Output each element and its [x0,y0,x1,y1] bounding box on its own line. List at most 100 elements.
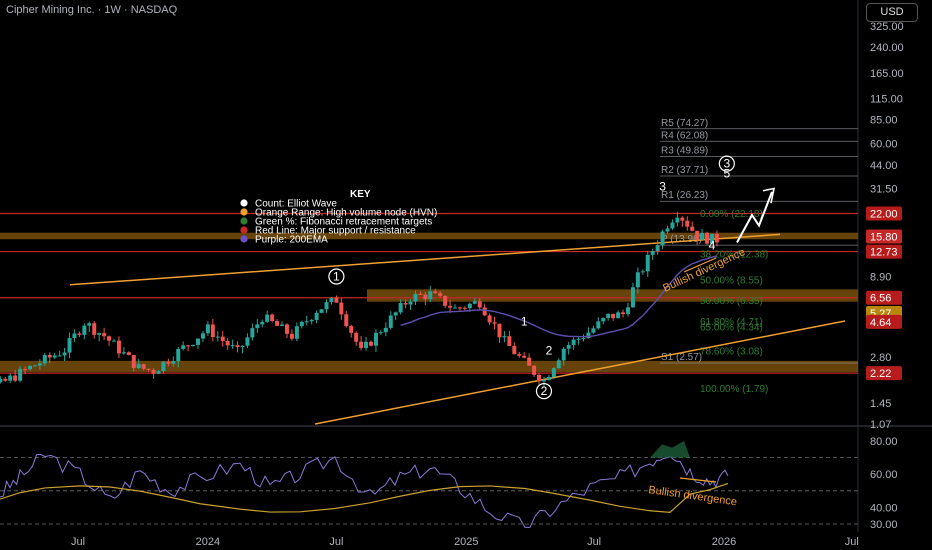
candle-body [32,365,37,367]
key-swatch [240,199,248,207]
wave-label: 2 [541,384,548,398]
candle-body [685,220,690,227]
wave-label: 3 [659,180,666,194]
candle-body [443,295,448,306]
candle-body [255,324,260,329]
candle-body [77,333,82,335]
candle-body [566,345,571,349]
price-tag: 2.22 [870,368,891,380]
candle-body [546,376,551,381]
candle-body [556,360,561,369]
time-axis-tick: 2025 [454,536,478,548]
candle-body [112,340,117,342]
candle-body [364,341,369,349]
candle-body [205,324,210,334]
pivot-label: R3 (49.89) [661,145,708,156]
candle-body [92,323,97,335]
price-tag: 6.56 [870,293,891,305]
candle-body [8,375,13,381]
price-tag: 4.64 [870,317,891,329]
candle-body [571,339,576,346]
time-axis-tick: 2024 [196,536,220,548]
candle-body [23,368,28,370]
candle-body [329,297,334,303]
candle-body [477,301,482,308]
candle-body [695,230,700,240]
candle-body [284,324,289,334]
candle-body [67,338,72,353]
candle-body [482,307,487,316]
candle-body [472,301,477,304]
candle-body [497,323,502,338]
fib-label: 50.00% (6.35) [700,296,763,307]
price-axis-tick: 115.00 [870,93,903,105]
candle-body [171,361,176,364]
candle-body [368,341,373,346]
candle-body [309,319,314,322]
candle-body [448,305,453,308]
candle-body [467,303,472,309]
candle-body [616,312,621,319]
candle-body [275,321,280,326]
candle-body [13,375,18,381]
candle-body [551,368,556,377]
candle-body [230,345,235,347]
candle-body [611,313,616,319]
price-axis-tick: 44.00 [870,160,898,172]
candle-body [18,368,23,381]
candle-body [161,361,166,372]
overbought-fill [650,441,690,458]
candle-body [3,378,8,381]
candle-body [354,332,359,342]
candle-body [334,297,339,303]
key-item-label: Purple: 200EMA [255,235,328,246]
candle-body [225,340,230,346]
candle-body [660,231,665,246]
candle-body [289,333,294,339]
wave-label: 3 [723,157,730,171]
candle-body [428,291,433,300]
candle-body [433,291,438,294]
candle-body [714,233,719,243]
candle-body [176,348,181,362]
wave-label: 2 [546,344,553,358]
candle-body [576,338,581,340]
price-chart[interactable]: R5 (74.27)R4 (62.08) R3 (49.89) R2 (37.71)… [0,0,932,550]
candle-body [107,336,112,341]
candle-body [344,314,349,327]
candle-body [141,364,146,369]
candle-body [378,332,383,334]
price-axis-tick: 325.00 [870,21,904,33]
pivot-label: R5 (74.27) [661,118,708,129]
candle-body [373,332,378,346]
divergence-arrow-rsi [679,477,717,483]
candle-body [690,226,695,231]
rsi-axis-tick: 40.00 [870,502,898,514]
candle-body [418,293,423,295]
candle-body [245,337,250,346]
candle-body [621,312,626,314]
candle-body [606,313,611,319]
candle-body [62,352,67,356]
candle-body [324,302,329,310]
candle-body [166,361,171,364]
candle-body [270,314,275,322]
candle-body [680,217,685,221]
rsi-axis-tick: 80.00 [870,436,898,448]
candle-body [393,312,398,316]
candle-body [502,336,507,338]
candle-body [37,363,42,366]
fib-label: 65.00% (4.34) [700,323,763,334]
candle-body [512,345,517,355]
candle-body [156,371,161,374]
candle-body [665,228,670,232]
time-axis-tick: Jul [329,536,343,548]
candle-body [462,307,467,309]
candle-body [383,327,388,333]
candle-body [492,322,497,324]
pivot-label: R2 (37.71) [661,165,708,176]
candle-body [655,245,660,252]
candle-body [235,345,240,347]
candle-body [181,345,186,349]
candle-body [700,232,705,240]
